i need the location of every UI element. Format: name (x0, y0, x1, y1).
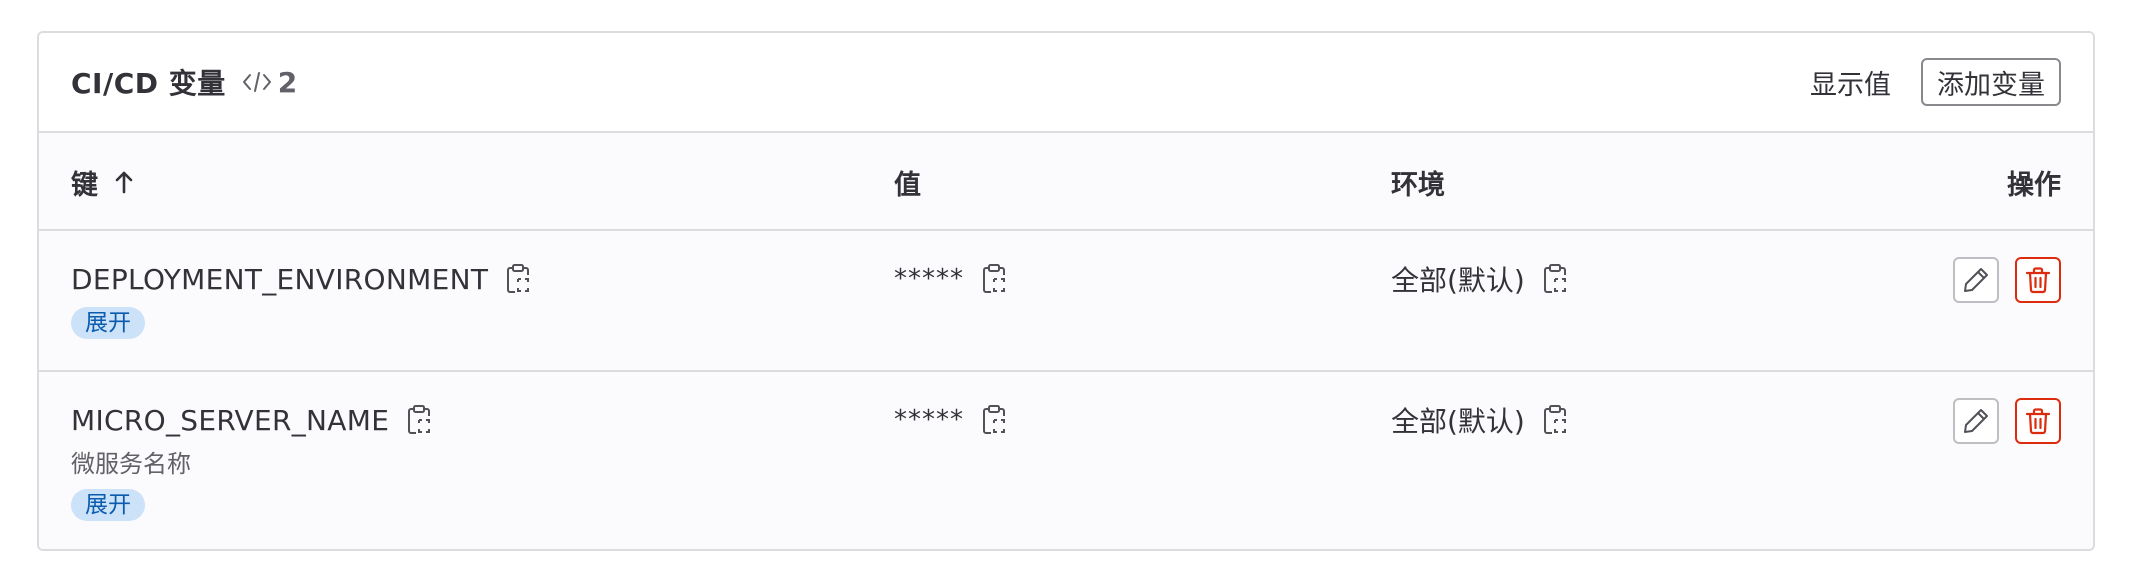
pencil-icon (1964, 268, 1988, 292)
table-row: DEPLOYMENT_ENVIRONMENT 展开 ***** 全部(默认) (39, 231, 2093, 372)
edit-variable-button[interactable] (1953, 398, 1999, 444)
reveal-values-button[interactable]: 显示值 (1810, 63, 1891, 102)
add-variable-button[interactable]: 添加变量 (1921, 58, 2061, 106)
copy-environment-button[interactable] (1539, 402, 1571, 438)
delete-variable-button[interactable] (2015, 257, 2061, 303)
table-header: 键 值 环境 操作 (39, 133, 2093, 231)
variable-key: DEPLOYMENT_ENVIRONMENT (71, 262, 489, 296)
masked-value: ***** (894, 405, 964, 435)
expand-badge: 展开 (71, 489, 145, 521)
environment-scope: 全部(默认) (1391, 264, 1525, 297)
code-icon (242, 72, 271, 92)
copy-value-button[interactable] (978, 261, 1010, 297)
trash-icon (2025, 267, 2051, 294)
value-cell: ***** (894, 261, 1010, 297)
pencil-icon (1964, 409, 1988, 433)
card-title: CI/CD 变量 (71, 67, 226, 100)
variable-count-number: 2 (277, 65, 298, 99)
variable-description: 微服务名称 (71, 450, 191, 478)
clipboard-icon (1543, 264, 1566, 293)
variable-key: MICRO_SERVER_NAME (71, 403, 390, 437)
edit-variable-button[interactable] (1953, 257, 1999, 303)
expand-badge: 展开 (71, 307, 145, 339)
copy-key-button[interactable] (502, 261, 534, 297)
environment-cell: 全部(默认) (1391, 261, 1571, 297)
column-header-key[interactable]: 键 (71, 133, 136, 231)
actions-cell (1953, 398, 2061, 444)
environment-cell: 全部(默认) (1391, 402, 1571, 438)
key-cell: DEPLOYMENT_ENVIRONMENT 展开 (71, 261, 534, 339)
clipboard-icon (507, 264, 530, 293)
masked-value: ***** (894, 264, 964, 294)
column-header-environment: 环境 (1391, 169, 1445, 201)
header-actions: 显示值 添加变量 (1810, 58, 2061, 106)
actions-cell (1953, 257, 2061, 303)
key-cell: MICRO_SERVER_NAME 微服务名称 展开 (71, 402, 435, 521)
clipboard-icon (408, 405, 431, 434)
clipboard-icon (1543, 405, 1566, 434)
clipboard-icon (983, 405, 1005, 434)
table-row: MICRO_SERVER_NAME 微服务名称 展开 ***** 全部(默认) (39, 372, 2093, 549)
copy-environment-button[interactable] (1539, 261, 1571, 297)
copy-value-button[interactable] (978, 402, 1010, 438)
column-key-label: 键 (71, 169, 98, 201)
copy-key-button[interactable] (403, 402, 435, 438)
arrow-up-icon (115, 171, 133, 194)
column-header-value: 值 (894, 169, 921, 201)
delete-variable-button[interactable] (2015, 398, 2061, 444)
card-header: CI/CD 变量 2 显示值 添加变量 (39, 33, 2093, 133)
value-cell: ***** (894, 402, 1010, 438)
variable-count: 2 (242, 66, 297, 99)
ci-cd-variables-card: CI/CD 变量 2 显示值 添加变量 键 值 环境 操作 DEPLOYMENT… (37, 31, 2095, 551)
clipboard-icon (983, 264, 1005, 293)
trash-icon (2025, 408, 2051, 435)
environment-scope: 全部(默认) (1391, 405, 1525, 438)
column-header-actions: 操作 (2007, 169, 2061, 201)
